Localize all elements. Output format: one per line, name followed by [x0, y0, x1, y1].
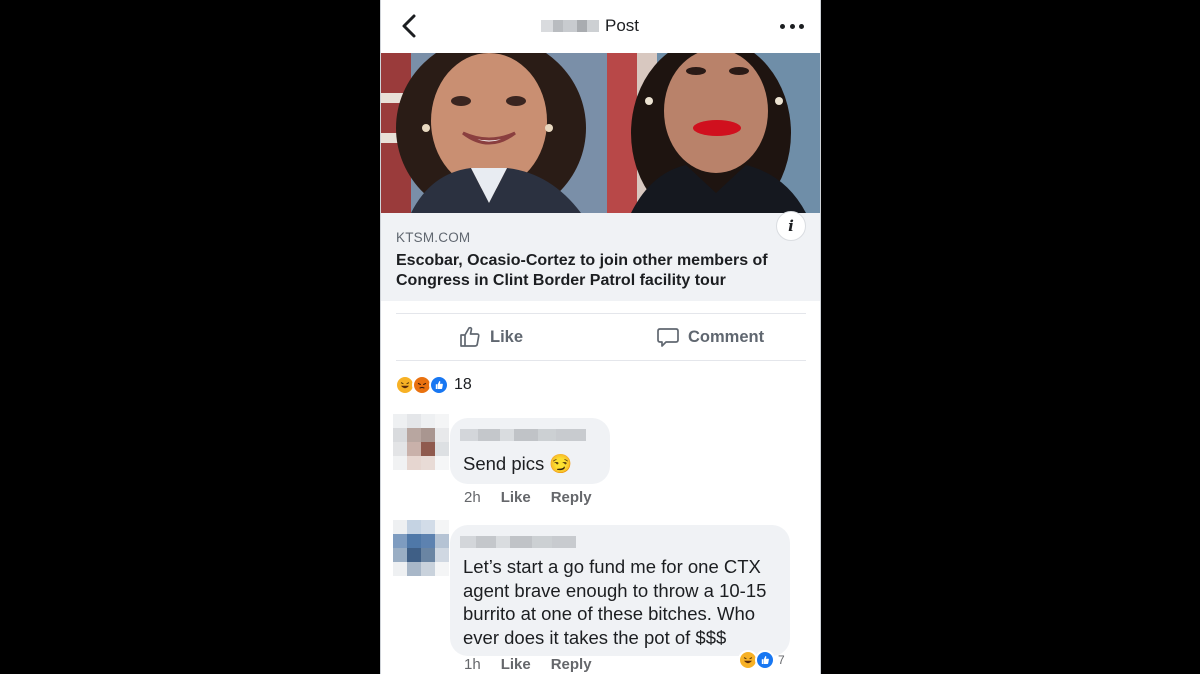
comment-author-name[interactable] — [460, 429, 586, 441]
comment-button[interactable]: Comment — [656, 314, 764, 360]
blurred-page-name — [541, 20, 599, 32]
comment-text: Send pics 😏 — [463, 453, 573, 474]
top-bar: Post — [381, 0, 820, 52]
comment-label: Comment — [688, 327, 765, 346]
link-headline: Escobar, Ocasio-Cortez to join other mem… — [396, 252, 768, 289]
page-title: Post — [541, 14, 639, 38]
comment-like-link[interactable]: Like — [501, 489, 531, 506]
comment-bubble: Let’s start a go fund me for one CTX age… — [450, 525, 790, 656]
phone-screen: Post KTSM.COM Escobar, Ocasio-Cortez to … — [380, 0, 821, 674]
comment-reactions[interactable]: 7 — [738, 650, 785, 670]
link-preview-image[interactable] — [381, 53, 820, 213]
comment-text: Let’s start a go fund me for one CTX age… — [463, 556, 767, 648]
link-preview-meta[interactable]: KTSM.COM Escobar, Ocasio-Cortez to join … — [381, 211, 820, 301]
chevron-left-icon — [402, 14, 416, 38]
like-icon — [429, 375, 449, 395]
link-domain: KTSM.COM — [396, 230, 471, 245]
portrait-photos — [381, 53, 820, 213]
page-title-text: Post — [605, 16, 640, 35]
comment-author-name[interactable] — [460, 536, 576, 548]
ellipsis-dot — [799, 23, 804, 29]
comment-like-link[interactable]: Like — [501, 656, 531, 673]
like-icon — [755, 650, 775, 670]
comment-meta: 2h Like Reply — [464, 489, 592, 506]
comment-time: 2h — [464, 489, 481, 506]
thumbs-up-icon — [460, 326, 480, 347]
ellipsis-dot — [789, 23, 795, 29]
reactions-summary[interactable]: 18 — [395, 374, 472, 396]
comment-bubble: Send pics 😏 — [450, 418, 610, 484]
more-options-button[interactable] — [780, 14, 804, 38]
reaction-count: 18 — [454, 376, 472, 393]
back-button[interactable] — [397, 12, 423, 40]
info-icon[interactable]: i — [776, 211, 806, 241]
comment-icon — [657, 328, 679, 347]
like-button[interactable]: Like — [458, 314, 523, 360]
comment-reply-link[interactable]: Reply — [551, 656, 592, 673]
like-label: Like — [490, 327, 524, 346]
comment-time: 1h — [464, 656, 481, 673]
comment-avatar[interactable] — [393, 414, 449, 470]
comment-reaction-count: 7 — [778, 653, 785, 667]
post-actions: Like Comment — [396, 313, 806, 361]
ellipsis-icon — [780, 23, 785, 29]
comment-reply-link[interactable]: Reply — [551, 489, 592, 506]
comment-avatar[interactable] — [393, 520, 449, 576]
comment-meta: 1h Like Reply — [464, 656, 592, 673]
